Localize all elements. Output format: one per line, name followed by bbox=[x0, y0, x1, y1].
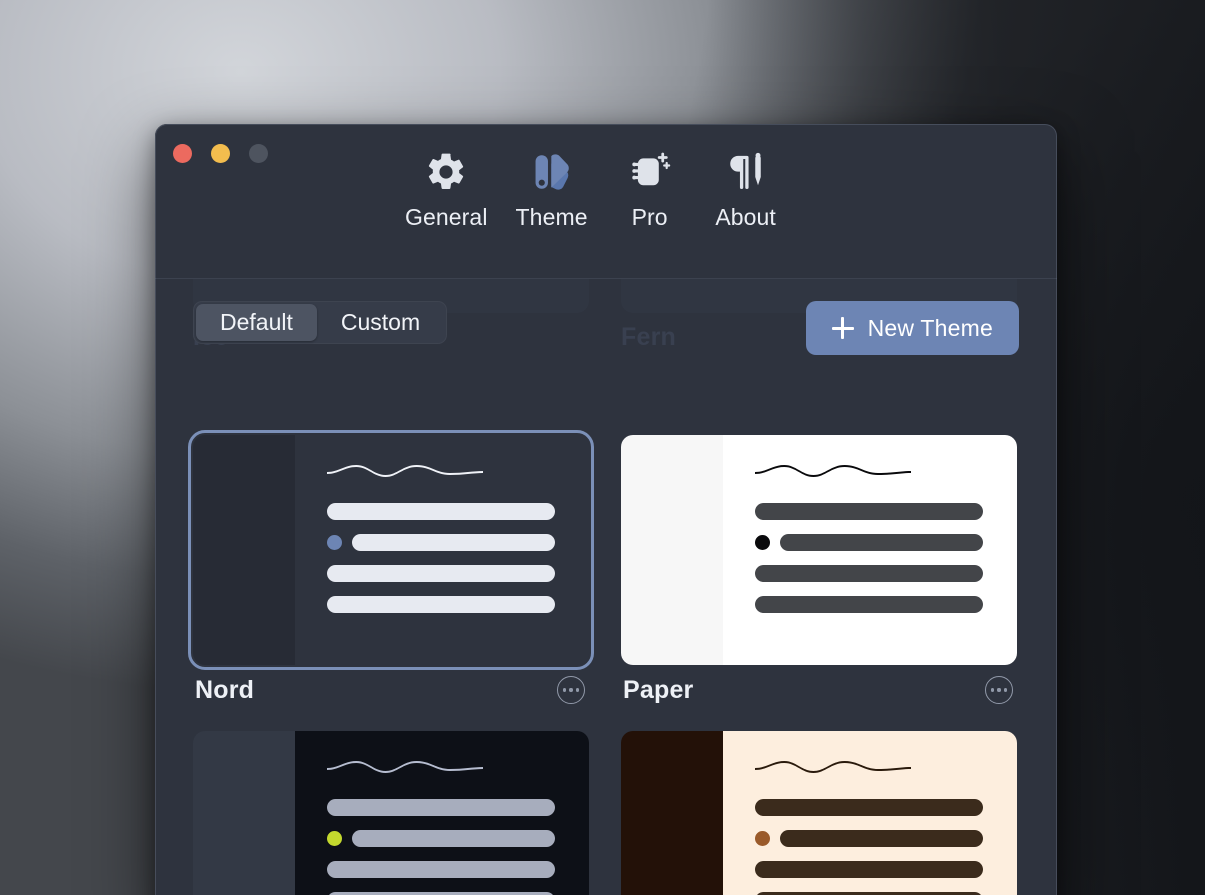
preview-heading-squiggle bbox=[755, 761, 911, 773]
theme-cell bbox=[193, 731, 589, 895]
desktop-backdrop: General Theme Pro About Fern Default Cus… bbox=[0, 0, 1205, 895]
preview-text-line bbox=[755, 503, 983, 520]
preview-body bbox=[723, 435, 1017, 665]
traffic-light-group bbox=[173, 144, 268, 163]
preview-text-line bbox=[755, 565, 983, 582]
theme-cell-footer: Paper bbox=[621, 665, 1017, 715]
preview-text-line bbox=[327, 503, 555, 520]
plus-icon bbox=[831, 317, 854, 339]
segment-custom[interactable]: Custom bbox=[317, 304, 444, 341]
zoom-button[interactable] bbox=[249, 144, 268, 163]
palette-icon bbox=[531, 146, 573, 198]
preview-text-line bbox=[755, 861, 983, 878]
window-toolbar: General Theme Pro About bbox=[155, 124, 1057, 279]
close-button[interactable] bbox=[173, 144, 192, 163]
app-window: General Theme Pro About Fern Default Cus… bbox=[155, 124, 1057, 895]
preview-accent-dot bbox=[755, 831, 770, 846]
gear-icon bbox=[424, 146, 468, 198]
preview-text-line bbox=[755, 596, 983, 613]
preview-sidebar bbox=[621, 731, 723, 895]
theme-source-segmented-control[interactable]: Default Custom bbox=[193, 301, 448, 344]
preview-accent-dot bbox=[327, 831, 342, 846]
pilcrow-pen-icon bbox=[724, 146, 768, 198]
notebook-plus-icon bbox=[628, 146, 672, 198]
theme-header-bar: Default Custom New Theme bbox=[155, 279, 1057, 389]
preview-bullet-line bbox=[755, 830, 983, 847]
theme-name: Nord bbox=[195, 675, 255, 704]
preview-sidebar bbox=[193, 435, 295, 665]
preview-text-line bbox=[780, 534, 983, 551]
theme-preview-paper[interactable] bbox=[621, 435, 1017, 665]
preview-body bbox=[295, 435, 589, 665]
preview-bullet-line bbox=[327, 830, 555, 847]
tab-theme[interactable]: Theme bbox=[502, 146, 602, 231]
theme-name: Paper bbox=[623, 675, 694, 704]
theme-list-content: Ice Fern Default Custom New Theme bbox=[155, 279, 1057, 895]
segment-default[interactable]: Default bbox=[196, 304, 317, 341]
tab-about-label: About bbox=[715, 204, 776, 230]
preview-bullet-line bbox=[755, 534, 983, 551]
preview-body bbox=[295, 731, 589, 895]
preview-text-line bbox=[780, 830, 983, 847]
theme-preview-nord[interactable] bbox=[188, 430, 594, 670]
preview-accent-dot bbox=[327, 535, 342, 550]
preview-text-line bbox=[755, 799, 983, 816]
preview-text-line bbox=[327, 861, 555, 878]
preview-bullet-line bbox=[327, 534, 555, 551]
preview-heading-squiggle bbox=[327, 761, 483, 773]
tab-pro[interactable]: Pro bbox=[602, 146, 698, 231]
ellipsis-icon[interactable] bbox=[557, 676, 585, 704]
tab-pro-label: Pro bbox=[631, 204, 668, 230]
tab-theme-label: Theme bbox=[515, 204, 588, 230]
theme-cell: Paper bbox=[621, 435, 1017, 715]
ellipsis-icon[interactable] bbox=[985, 676, 1013, 704]
toolbar-tabs: General Theme Pro About bbox=[391, 146, 794, 231]
new-theme-label: New Theme bbox=[867, 314, 993, 341]
theme-preview-dark[interactable] bbox=[193, 731, 589, 895]
theme-cell-footer: Nord bbox=[193, 665, 589, 715]
tab-general-label: General bbox=[405, 204, 488, 230]
theme-cell bbox=[621, 731, 1017, 895]
tab-about[interactable]: About bbox=[698, 146, 794, 231]
preview-heading-squiggle bbox=[755, 465, 911, 477]
new-theme-button[interactable]: New Theme bbox=[805, 301, 1019, 355]
theme-preview-sepia[interactable] bbox=[621, 731, 1017, 895]
preview-heading-squiggle bbox=[327, 465, 483, 477]
tab-general[interactable]: General bbox=[391, 146, 502, 231]
theme-cell: Nord bbox=[188, 430, 594, 715]
preview-text-line bbox=[327, 596, 555, 613]
preview-text-line bbox=[352, 830, 555, 847]
preview-text-line bbox=[352, 534, 555, 551]
theme-grid: Nord Paper bbox=[188, 430, 1019, 895]
preview-text-line bbox=[327, 565, 555, 582]
preview-body bbox=[723, 731, 1017, 895]
preview-sidebar bbox=[193, 731, 295, 895]
minimize-button[interactable] bbox=[211, 144, 230, 163]
preview-accent-dot bbox=[755, 535, 770, 550]
preview-sidebar bbox=[621, 435, 723, 665]
preview-text-line bbox=[327, 799, 555, 816]
